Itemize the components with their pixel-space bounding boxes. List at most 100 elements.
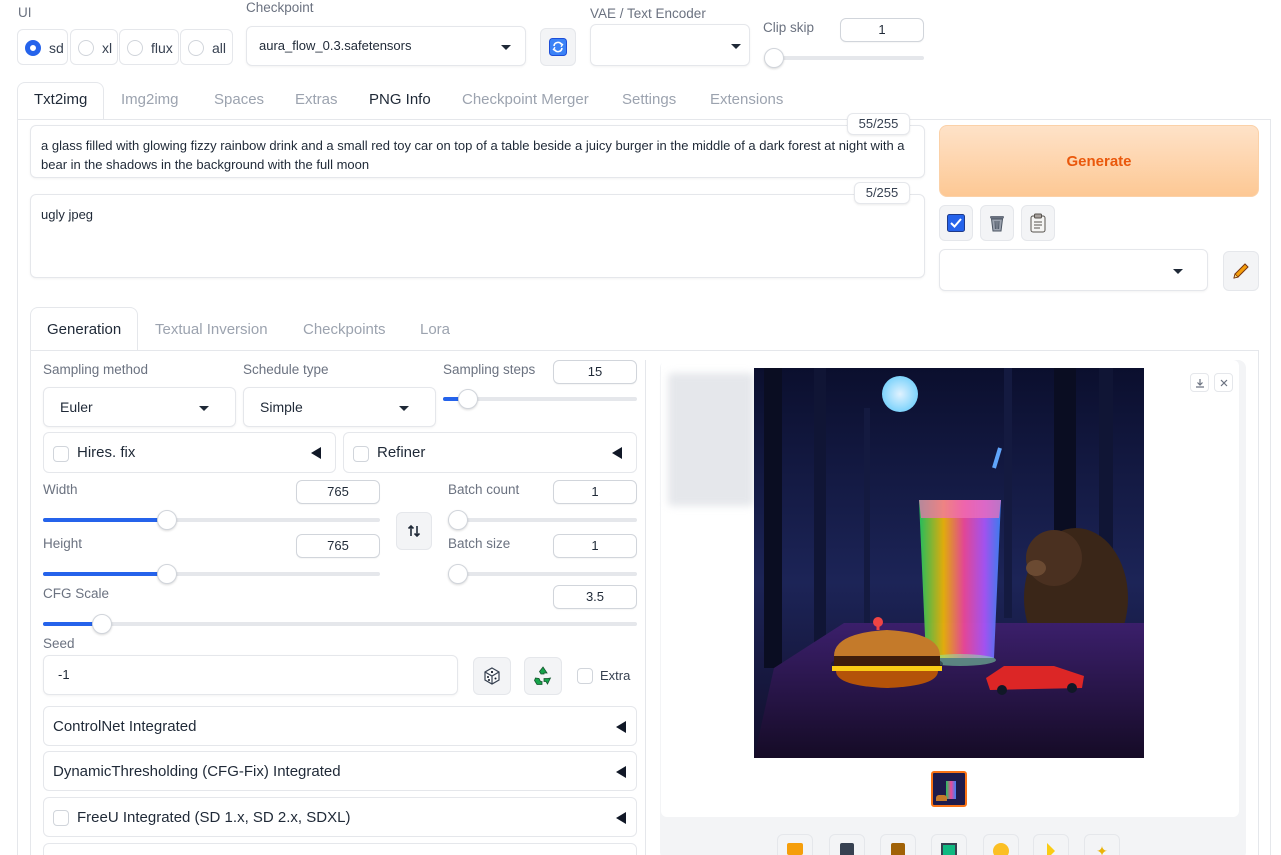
tab-txt2img[interactable]: Txt2img <box>34 91 87 108</box>
batch-size-input[interactable]: 1 <box>553 534 637 558</box>
refiner-accordion[interactable]: Refiner <box>343 432 637 473</box>
seed-label: Seed <box>43 636 75 651</box>
clip-skip-input[interactable]: 1 <box>840 18 924 42</box>
reuse-seed-button[interactable] <box>524 657 562 695</box>
refresh-button[interactable] <box>540 28 576 66</box>
send-to-extras-button[interactable] <box>1033 834 1069 855</box>
dynamic-thresholding-accordion[interactable]: DynamicThresholding (CFG-Fix) Integrated <box>43 751 637 791</box>
edit-styles-button[interactable] <box>1223 251 1259 291</box>
send-to-img2img-button[interactable] <box>931 834 967 855</box>
width-label: Width <box>43 482 78 497</box>
tab-img2img[interactable]: Img2img <box>121 91 179 108</box>
sparkle-icon: ✦ <box>1096 843 1108 855</box>
gallery-divider <box>645 360 646 855</box>
apply-styles-button[interactable] <box>939 205 973 241</box>
download-icon <box>1195 378 1204 388</box>
negative-prompt-input[interactable]: ugly jpeg <box>30 194 925 278</box>
tab-extensions[interactable]: Extensions <box>710 91 783 108</box>
slider-thumb[interactable] <box>92 614 112 634</box>
seed-input[interactable]: -1 <box>43 655 458 695</box>
collapse-triangle-icon <box>612 447 622 459</box>
ui-radio-all[interactable]: all <box>180 29 233 65</box>
sampling-method-select[interactable]: Euler <box>43 387 236 427</box>
subtab-generation[interactable]: Generation <box>47 321 121 338</box>
tab-checkpoint-merger[interactable]: Checkpoint Merger <box>462 91 589 108</box>
download-image-button[interactable] <box>1190 373 1209 392</box>
batch-size-slider[interactable] <box>448 564 637 584</box>
schedule-type-select[interactable]: Simple <box>243 387 436 427</box>
close-preview-button[interactable] <box>1214 373 1233 392</box>
send-to-inpaint-button[interactable] <box>983 834 1019 855</box>
subtab-divider <box>30 350 1259 351</box>
chevron-down-icon <box>731 44 741 49</box>
cfg-scale-slider[interactable] <box>43 614 637 634</box>
random-seed-button[interactable] <box>473 657 511 695</box>
paste-button[interactable] <box>1021 205 1055 241</box>
panel-border-right <box>1270 119 1271 855</box>
slider-thumb[interactable] <box>458 389 478 409</box>
slider-fill <box>43 572 167 576</box>
open-folder-button[interactable] <box>777 834 813 855</box>
clear-prompt-button[interactable] <box>980 205 1014 241</box>
slider-thumb[interactable] <box>448 510 468 530</box>
radio-unselected-icon <box>188 40 204 56</box>
tab-png-info[interactable]: PNG Info <box>369 91 431 108</box>
height-input[interactable]: 765 <box>296 534 380 558</box>
ui-radio-flux-label: flux <box>151 40 173 56</box>
cfg-scale-input[interactable]: 3.5 <box>553 585 637 609</box>
negative-prompt-text: ugly jpeg <box>41 207 94 222</box>
prompt-text: a glass filled with glowing fizzy rainbo… <box>41 138 905 172</box>
styles-select[interactable] <box>939 249 1208 291</box>
ui-radio-xl-label: xl <box>102 40 113 56</box>
extra-seed-checkbox[interactable] <box>577 668 593 684</box>
swap-dimensions-button[interactable] <box>396 512 432 550</box>
sampling-method-label: Sampling method <box>43 362 149 377</box>
next-accordion[interactable] <box>43 843 637 855</box>
checkpoint-select[interactable]: aura_flow_0.3.safetensors <box>246 26 526 66</box>
refiner-checkbox[interactable] <box>353 446 369 462</box>
sampling-steps-slider[interactable] <box>443 389 637 409</box>
batch-count-slider[interactable] <box>448 510 637 530</box>
upscale-button[interactable]: ✦ <box>1084 834 1120 855</box>
hires-fix-checkbox[interactable] <box>53 446 69 462</box>
batch-count-input[interactable]: 1 <box>553 480 637 504</box>
tab-spaces[interactable]: Spaces <box>214 91 264 108</box>
subtab-lora[interactable]: Lora <box>420 321 450 338</box>
batch-size-label: Batch size <box>448 536 511 551</box>
slider-thumb[interactable] <box>157 510 177 530</box>
tab-divider <box>17 119 1271 120</box>
slider-thumb[interactable] <box>448 564 468 584</box>
subtab-checkpoints[interactable]: Checkpoints <box>303 321 386 338</box>
checkbox-icon <box>947 214 965 232</box>
seed-value: -1 <box>58 667 70 682</box>
prompt-input[interactable]: a glass filled with glowing fizzy rainbo… <box>30 125 925 178</box>
sampling-steps-input[interactable]: 15 <box>553 360 637 384</box>
generate-button[interactable]: Generate <box>939 125 1259 197</box>
ui-radio-sd[interactable]: sd <box>17 29 68 65</box>
palette-icon <box>993 843 1009 855</box>
slider-thumb[interactable] <box>764 48 784 68</box>
height-slider[interactable] <box>43 564 380 584</box>
freeu-accordion[interactable]: FreeU Integrated (SD 1.x, SD 2.x, SDXL) <box>43 797 637 837</box>
width-slider[interactable] <box>43 510 380 530</box>
save-button[interactable] <box>829 834 865 855</box>
checkpoint-label: Checkpoint <box>246 0 314 15</box>
radio-selected-icon <box>25 40 41 56</box>
freeu-checkbox[interactable] <box>53 810 69 826</box>
zip-button[interactable] <box>880 834 916 855</box>
vae-select[interactable] <box>590 24 750 66</box>
controlnet-accordion[interactable]: ControlNet Integrated <box>43 706 637 746</box>
clip-skip-slider[interactable] <box>764 48 924 68</box>
gallery-thumbnail[interactable] <box>931 771 967 807</box>
tab-settings[interactable]: Settings <box>622 91 676 108</box>
refresh-icon <box>549 38 567 56</box>
hires-fix-accordion[interactable]: Hires. fix <box>43 432 336 473</box>
ui-radio-flux[interactable]: flux <box>119 29 179 65</box>
width-input[interactable]: 765 <box>296 480 380 504</box>
tab-extras[interactable]: Extras <box>295 91 338 108</box>
radio-unselected-icon <box>127 40 143 56</box>
slider-thumb[interactable] <box>157 564 177 584</box>
generated-image[interactable] <box>754 368 1144 758</box>
ui-radio-xl[interactable]: xl <box>70 29 118 65</box>
subtab-textual-inversion[interactable]: Textual Inversion <box>155 321 268 338</box>
